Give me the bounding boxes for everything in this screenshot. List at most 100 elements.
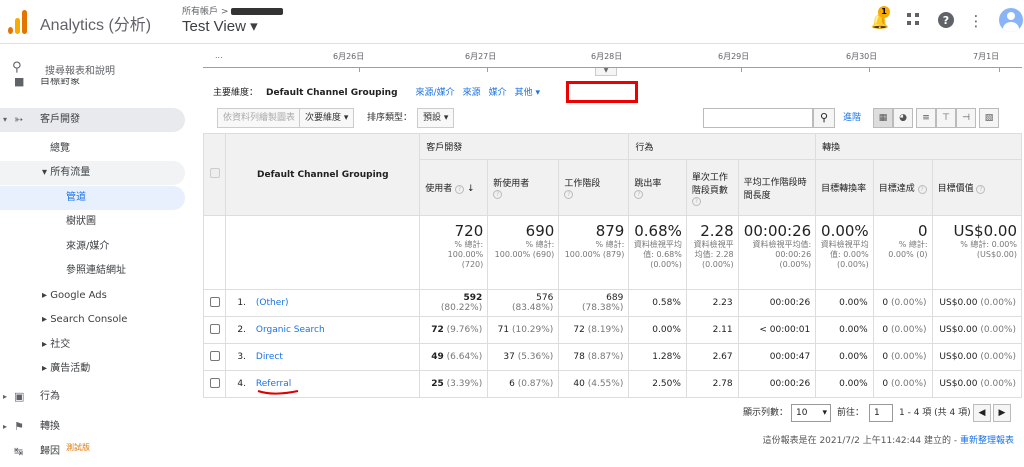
- cell-value: 6: [509, 379, 515, 389]
- select-all-checkbox[interactable]: [209, 168, 220, 178]
- highlight-annotation: [566, 81, 638, 103]
- help-icon[interactable]: ?: [455, 185, 465, 194]
- sort-type-dropdown[interactable]: 預設 ▾: [417, 108, 455, 128]
- cell-value: 0: [882, 298, 889, 308]
- dimension-medium[interactable]: 媒介: [489, 88, 507, 98]
- sidebar-item-audience[interactable]: ■ 目標對象: [0, 78, 194, 90]
- help-icon[interactable]: ?: [691, 196, 701, 206]
- dimension-current[interactable]: Default Channel Grouping: [266, 88, 398, 98]
- row-dimension-link[interactable]: (Other): [256, 298, 289, 308]
- prev-page-button[interactable]: ◀: [973, 404, 991, 422]
- help-icon[interactable]: ?: [634, 190, 644, 199]
- col-value-label: 目標價值: [937, 184, 974, 194]
- sidebar-item-attribution[interactable]: ↹ 歸因 測試版: [0, 440, 194, 464]
- svg-text:?: ?: [943, 14, 949, 27]
- help-icon[interactable]: ?: [917, 185, 927, 194]
- refresh-report-link[interactable]: 重新整理報表: [960, 436, 1014, 446]
- total-value: 690: [525, 222, 555, 240]
- row-checkbox[interactable]: [209, 350, 220, 361]
- term-cloud-view-icon[interactable]: ⊣: [956, 108, 976, 128]
- behavior-icon: ▣: [14, 390, 25, 403]
- view-selector[interactable]: Test View ▾: [182, 17, 258, 35]
- sidebar-item-all-traffic[interactable]: ▾ 所有流量: [0, 161, 185, 185]
- account-breadcrumb[interactable]: 所有帳戶 >: [182, 4, 284, 17]
- table-row[interactable]: 3. Direct 49 (6.64%) 37 (5.36%) 78 (8.87%) 1.…: [202, 343, 1023, 371]
- table-row[interactable]: 4. Referral 25 (3.39%) 6 (0.87%) 40 (4.55%) 2…: [202, 370, 1023, 398]
- total-value: 00:00:26: [743, 222, 812, 240]
- sidebar-item-channels[interactable]: 管道: [0, 186, 185, 210]
- pivot-view-icon[interactable]: ▧: [979, 108, 999, 128]
- row-checkbox[interactable]: [209, 377, 220, 388]
- dimension-source[interactable]: 來源: [463, 88, 481, 98]
- more-vert-icon[interactable]: ⋮: [966, 11, 986, 31]
- dimension-column-header[interactable]: Default Channel Grouping: [225, 133, 421, 216]
- main-content: ... 6月26日 6月27日 6月28日 6月29日 6月30日 7月1日 ▼…: [202, 44, 1023, 467]
- table-row[interactable]: 1. (Other) 592 (80.22%) 576 (83.48%) 689 (78…: [202, 289, 1023, 317]
- flag-icon: ⚑: [14, 420, 24, 433]
- total-value: 720: [454, 222, 484, 240]
- sidebar-item-conversions[interactable]: ▸ ⚑ 轉換: [0, 415, 194, 439]
- col-new-users[interactable]: 新使用者?: [487, 159, 560, 216]
- pie-view-icon[interactable]: ◕: [893, 108, 913, 128]
- row-checkbox[interactable]: [209, 296, 220, 307]
- cell-value: US$0.00: [939, 352, 978, 362]
- sidebar-item-treemaps[interactable]: 樹狀圖: [66, 210, 96, 234]
- col-bounce-rate[interactable]: 跳出率?: [628, 159, 687, 216]
- sidebar: ⚲ 搜尋報表和說明 ■ 目標對象 ▾ ➳ 客戶開發 總覽 ▾ 所有流量 管道 樹…: [0, 44, 194, 467]
- comparison-view-icon[interactable]: ⊤: [936, 108, 956, 128]
- table-view-icon[interactable]: ▦: [873, 108, 893, 128]
- timeline-label: 6月30日: [846, 52, 878, 61]
- analytics-logo-icon[interactable]: [8, 8, 28, 34]
- col-goal-completions[interactable]: 目標達成 ?: [872, 159, 933, 216]
- sidebar-item-search-console[interactable]: ▸ Search Console: [42, 308, 127, 332]
- sidebar-item-referrals[interactable]: 參照連結網址: [66, 259, 126, 283]
- avatar[interactable]: [999, 8, 1023, 32]
- total-cell: 690% 總計: 100.00% (690): [487, 215, 560, 290]
- row-checkbox[interactable]: [209, 323, 220, 334]
- col-sessions[interactable]: 工作階段?: [558, 159, 630, 216]
- col-goal-value[interactable]: 目標價值 ?: [931, 159, 1023, 216]
- help-icon[interactable]: ?: [564, 190, 574, 199]
- sidebar-item-acquisition[interactable]: ▾ ➳ 客戶開發: [0, 108, 185, 132]
- dimension-source-medium[interactable]: 來源/媒介: [416, 88, 455, 98]
- plot-rows-button[interactable]: 依資料列繪製圖表: [217, 108, 302, 128]
- secondary-dimension-dropdown[interactable]: 次要維度 ▾: [299, 108, 355, 128]
- total-sub: % 總計: 100.00% (690): [494, 240, 555, 259]
- sidebar-item-label: 客戶開發: [40, 114, 80, 125]
- help-icon[interactable]: ?: [976, 185, 986, 194]
- col-goal-conversion-rate[interactable]: 目標轉換率: [815, 159, 874, 216]
- person-icon: ■: [14, 78, 25, 88]
- sidebar-item-social[interactable]: ▸ 社交: [42, 333, 70, 357]
- col-users[interactable]: 使用者 ? ↓: [419, 159, 489, 216]
- collapse-chart-button[interactable]: ▼: [595, 68, 617, 76]
- table-search-button[interactable]: ⚲: [813, 108, 835, 128]
- row-checkbox-cell: [202, 316, 227, 344]
- sidebar-item-label: 廣告活動: [50, 363, 91, 374]
- goto-input[interactable]: 1: [869, 404, 893, 422]
- sidebar-item-overview[interactable]: 總覽: [50, 137, 70, 161]
- cell-goal: 0 (0.00%): [872, 343, 933, 371]
- dimension-other[interactable]: 其他 ▾: [515, 88, 540, 98]
- sidebar-item-source-medium[interactable]: 來源/媒介: [66, 235, 109, 259]
- row-dimension-link[interactable]: Organic Search: [256, 325, 325, 335]
- help-icon[interactable]: ?: [493, 190, 503, 199]
- cell-conv-rate: 0.00%: [815, 289, 874, 317]
- row-dimension-link[interactable]: Direct: [256, 352, 283, 362]
- apps-grid-icon[interactable]: [903, 11, 923, 31]
- advanced-filter-link[interactable]: 進階: [843, 108, 861, 128]
- col-pages-per-session[interactable]: 單次工作階段頁數?: [685, 159, 739, 216]
- help-icon[interactable]: ?: [936, 11, 956, 31]
- table-search-input[interactable]: [703, 108, 813, 128]
- cell-bounce: 2.50%: [628, 370, 687, 398]
- sidebar-item-behavior[interactable]: ▸ ▣ 行為: [0, 385, 194, 409]
- rows-per-page-select[interactable]: 10 ▾: [791, 404, 831, 422]
- sidebar-item-campaigns[interactable]: ▸ 廣告活動: [42, 357, 90, 381]
- col-avg-duration[interactable]: 平均工作階段時間長度: [737, 159, 817, 216]
- next-page-button[interactable]: ▶: [993, 404, 1011, 422]
- table-row[interactable]: 2. Organic Search 72 (9.76%) 71 (10.29%) 72 …: [202, 316, 1023, 344]
- cell-value: 0: [882, 352, 889, 362]
- timeline-tick: [741, 67, 742, 72]
- performance-view-icon[interactable]: ≡: [916, 108, 936, 128]
- timeline-tick: [999, 67, 1000, 72]
- sidebar-item-google-ads[interactable]: ▸ Google Ads: [42, 284, 107, 308]
